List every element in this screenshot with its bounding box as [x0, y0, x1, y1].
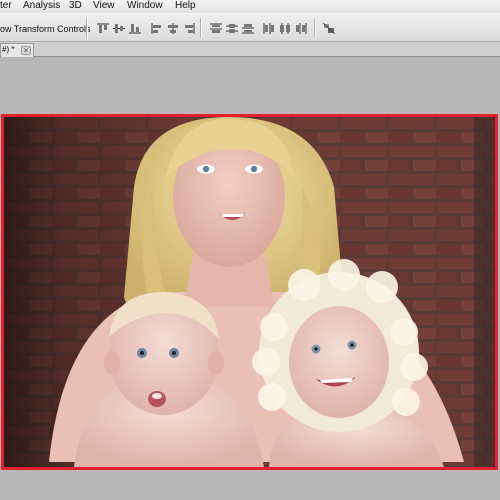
align-horizontal-centers-icon[interactable] — [166, 22, 180, 35]
distribute-vertical-centers-icon[interactable] — [225, 22, 239, 35]
align-vertical-centers-icon[interactable] — [112, 22, 126, 35]
document-tab-bar: #) * × — [0, 42, 500, 57]
auto-align-layers-icon[interactable] — [322, 22, 336, 35]
show-transform-controls-checkbox-label[interactable]: ow Transform Controls — [0, 24, 91, 34]
menu-filter[interactable]: ter — [0, 0, 12, 12]
close-icon[interactable]: × — [21, 46, 31, 55]
align-top-edges-icon[interactable] — [96, 22, 110, 35]
distribute-top-edges-icon[interactable] — [209, 22, 223, 35]
options-separator — [200, 18, 202, 38]
photo-canvas[interactable] — [1, 114, 498, 470]
align-bottom-edges-icon[interactable] — [128, 22, 142, 35]
options-bar: ow Transform Controls — [0, 13, 500, 42]
options-separator — [314, 18, 316, 38]
distribute-right-edges-icon[interactable] — [294, 22, 308, 35]
menu-window[interactable]: Window — [127, 0, 163, 12]
menu-bar: ter Analysis 3D View Window Help — [0, 0, 500, 13]
menu-3d[interactable]: 3D — [69, 0, 82, 12]
align-left-edges-icon[interactable] — [150, 22, 164, 35]
document-tab-title: #) * — [2, 45, 15, 54]
menu-analysis[interactable]: Analysis — [23, 0, 60, 12]
menu-help[interactable]: Help — [175, 0, 196, 12]
distribute-bottom-edges-icon[interactable] — [241, 22, 255, 35]
distribute-left-edges-icon[interactable] — [262, 22, 276, 35]
distribute-horizontal-centers-icon[interactable] — [278, 22, 292, 35]
options-separator — [86, 18, 88, 38]
canvas-area[interactable] — [0, 58, 500, 500]
document-tab[interactable]: #) * × — [0, 43, 34, 57]
menu-view[interactable]: View — [93, 0, 115, 12]
family-photo — [4, 117, 495, 467]
align-right-edges-icon[interactable] — [182, 22, 196, 35]
